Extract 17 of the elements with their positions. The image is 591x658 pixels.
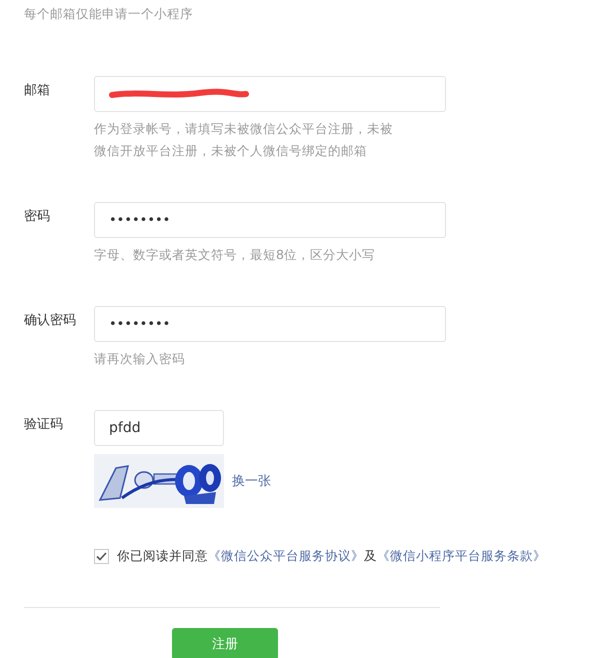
hint-text: 字母、数字或者英文符号，最短8位，区分大小写 (94, 246, 376, 264)
field-label: 邮箱 (24, 82, 51, 100)
field-label: 密码 (24, 208, 51, 226)
email-field[interactable] (94, 76, 446, 112)
hint-text: 请再次输入密码 (94, 350, 186, 368)
captcha-field[interactable]: pfdd (94, 410, 224, 446)
agreement-text: 你已阅读并同意《微信公众平台服务协议》及《微信小程序平台服务条款》 (117, 548, 546, 565)
field-label: 确认密码 (24, 312, 77, 330)
password-field[interactable]: •••••••• (94, 202, 446, 238)
intro-text: 每个邮箱仅能申请一个小程序 (24, 5, 194, 23)
password-field[interactable]: •••••••• (94, 306, 446, 342)
field-label: 验证码 (24, 416, 64, 434)
agreement-link[interactable]: 《微信小程序平台服务条款》 (377, 548, 546, 563)
refresh-captcha-link[interactable]: 换一张 (232, 472, 271, 490)
hint-text: 作为登录帐号，请填写未被微信公众平台注册，未被微信开放平台注册，未被个人微信号绑定的邮箱 (94, 120, 394, 160)
agreement-link[interactable]: 《微信公众平台服务协议》 (208, 548, 364, 563)
agree-checkbox[interactable] (94, 549, 109, 564)
